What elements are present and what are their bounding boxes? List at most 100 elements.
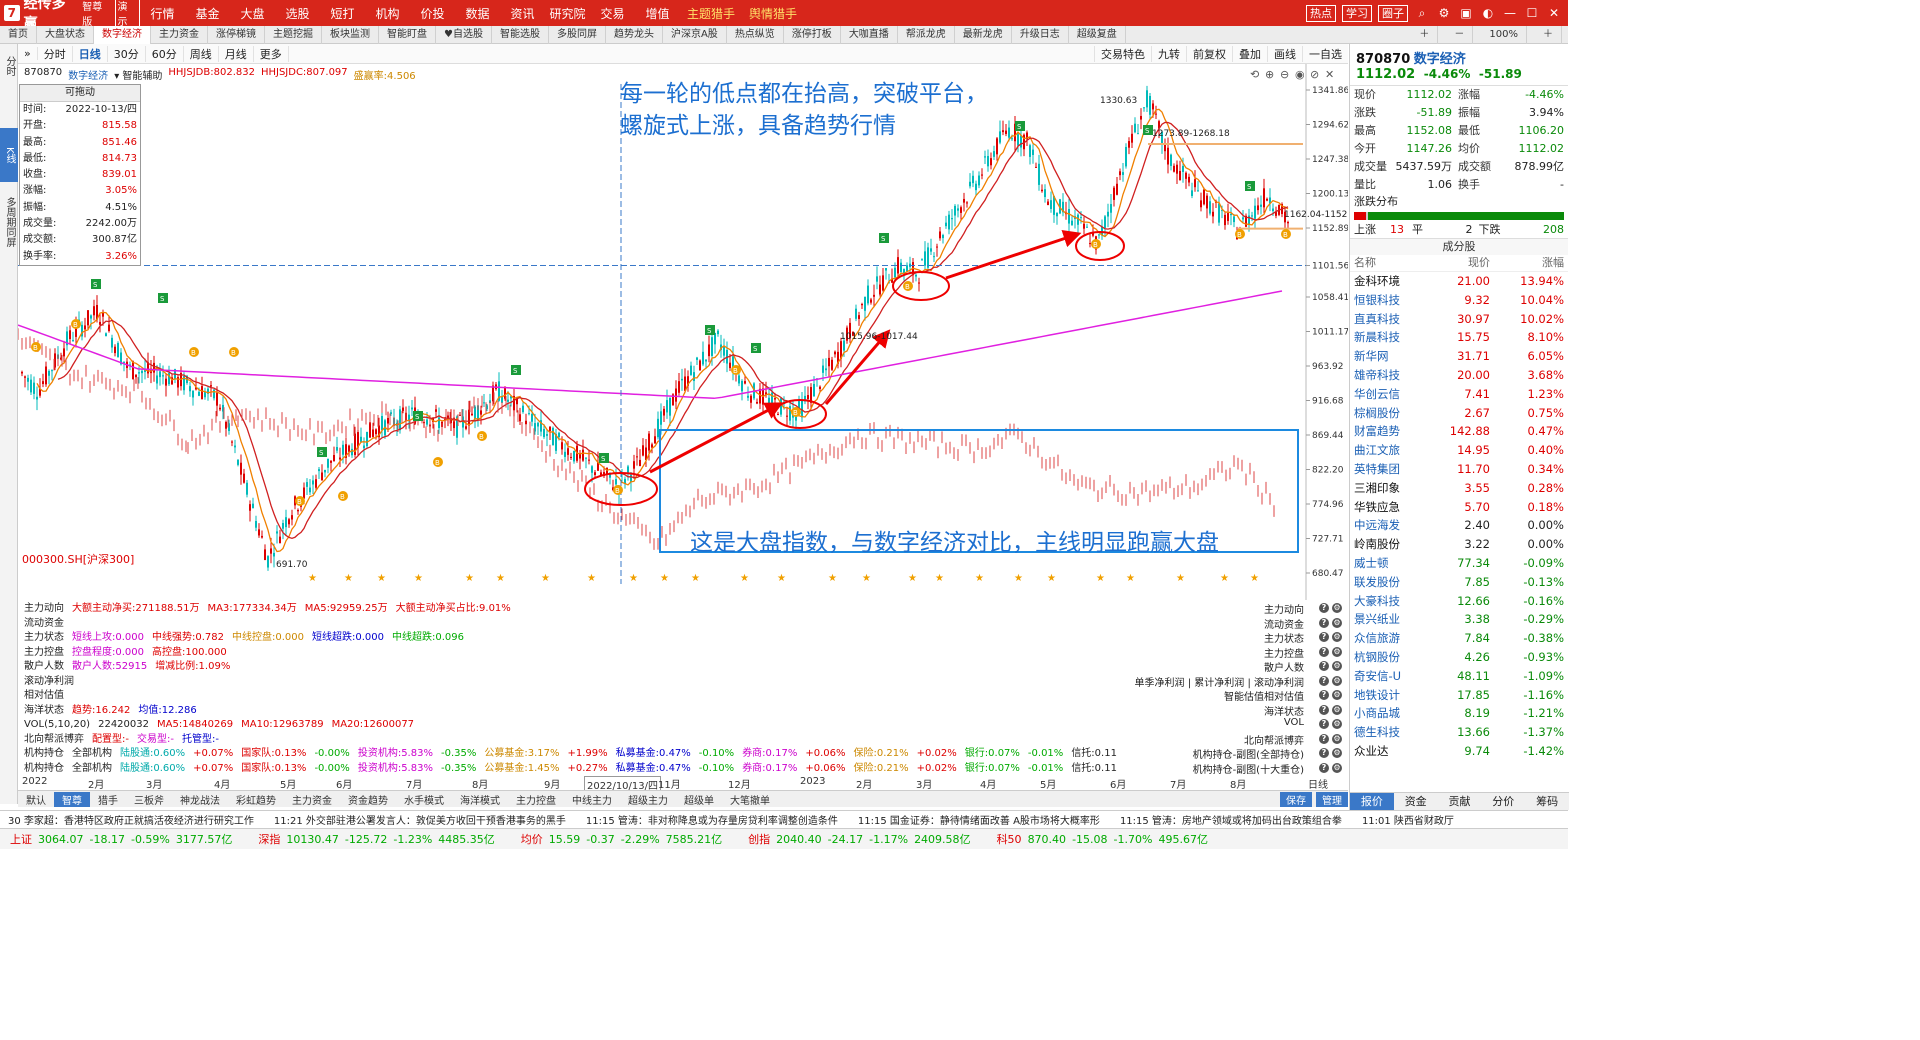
col-price[interactable]: 现价: [1428, 255, 1490, 271]
constituent-row[interactable]: 德生科技 13.66 -1.37%: [1350, 723, 1568, 742]
tab-item[interactable]: 趋势龙头: [606, 25, 663, 44]
index-item[interactable]: 均价 15.59 -0.37 -2.29% 7585.21亿: [511, 831, 738, 847]
quote-tab[interactable]: 贡献: [1438, 793, 1482, 810]
constituent-row[interactable]: 雄帝科技 20.00 3.68%: [1350, 366, 1568, 385]
help-icon[interactable]: ?: [1319, 675, 1329, 686]
nav-item[interactable]: 交易: [590, 5, 635, 22]
indicator-right-label[interactable]: 流动资金: [1264, 616, 1304, 631]
constituent-row[interactable]: 地铁设计 17.85 -1.16%: [1350, 686, 1568, 705]
tab-item[interactable]: 智能盯盘: [379, 25, 436, 44]
period-tab[interactable]: 周线: [184, 45, 219, 62]
rail-tab-kline[interactable]: K线: [0, 128, 18, 182]
tab-item[interactable]: 数字经济: [94, 25, 151, 44]
tab-item[interactable]: 智能选股: [492, 25, 549, 44]
help-icon[interactable]: ?: [1319, 704, 1329, 715]
tab-item[interactable]: 主题挖掘: [265, 25, 322, 44]
tab-item[interactable]: 热点纵览: [727, 25, 784, 44]
restore-icon[interactable]: ▣: [1458, 6, 1474, 20]
settings-icon[interactable]: ⚙: [1332, 719, 1342, 729]
circle-button[interactable]: 圈子: [1378, 4, 1408, 22]
toolbar-right-item[interactable]: 画线: [1267, 45, 1302, 62]
settings-icon[interactable]: ⚙: [1332, 690, 1342, 700]
indicator-right-label[interactable]: 北向帮派博弈: [1244, 732, 1304, 747]
template-tab[interactable]: 主力资金: [284, 792, 340, 807]
constituent-row[interactable]: 岭南股份 3.22 0.00%: [1350, 535, 1568, 554]
tab-item[interactable]: 涨停打板: [784, 25, 841, 44]
period-tab[interactable]: 60分: [146, 45, 184, 62]
template-tab[interactable]: 超级主力: [620, 792, 676, 807]
index-item[interactable]: 科50 870.40 -15.08 -1.70% 495.67亿: [987, 831, 1224, 847]
indicator-name[interactable]: 海洋状态: [24, 703, 64, 718]
constituent-row[interactable]: 英特集团 11.70 0.34%: [1350, 460, 1568, 479]
template-tab[interactable]: 默认: [18, 792, 54, 807]
quote-tab[interactable]: 资金: [1394, 793, 1438, 810]
constituent-row[interactable]: 恒银科技 9.32 10.04%: [1350, 291, 1568, 310]
help-icon[interactable]: ?: [1319, 661, 1329, 671]
indicator-name[interactable]: 主力控盘: [24, 645, 64, 660]
indicator-right-label[interactable]: 机构持仓-副图(全部持仓): [1193, 746, 1304, 761]
indicator-right-label[interactable]: 海洋状态: [1264, 703, 1304, 718]
help-icon[interactable]: ?: [1319, 617, 1329, 628]
constituent-row[interactable]: 棕榈股份 2.67 0.75%: [1350, 404, 1568, 423]
settings-icon[interactable]: ⚙: [1332, 632, 1342, 642]
index-item[interactable]: 创指 2040.40 -24.17 -1.17% 2409.58亿: [738, 831, 986, 847]
minimize-icon[interactable]: —: [1502, 6, 1518, 20]
index-item[interactable]: 深指 10130.47 -125.72 -1.23% 4485.35亿: [248, 831, 510, 847]
kline-chart[interactable]: 1341.86 1294.62 1247.38 1200.13 1152.89 1101.…: [18, 64, 1348, 600]
template-tab[interactable]: 中线主力: [564, 792, 620, 807]
indicator-name[interactable]: 主力动向: [24, 601, 64, 616]
indicator-name[interactable]: VOL(5,10,20): [24, 717, 90, 732]
indicator-right-label[interactable]: 散户人数: [1264, 659, 1304, 674]
index-item[interactable]: 上证 3064.07 -18.17 -0.59% 3177.57亿: [0, 831, 248, 847]
constituent-row[interactable]: 财富趋势 142.88 0.47%: [1350, 422, 1568, 441]
indicator-name[interactable]: 流动资金: [24, 616, 64, 631]
indicator-name[interactable]: 北向帮派博弈: [24, 732, 84, 747]
indicator-right-label[interactable]: 机构持仓-副图(十大重仓): [1193, 761, 1304, 776]
zoom-in-icon[interactable]: ＋: [1535, 25, 1562, 44]
constituent-row[interactable]: 奇安信-U 48.11 -1.09%: [1350, 667, 1568, 686]
skin-icon[interactable]: ◐: [1480, 6, 1496, 20]
news-item[interactable]: 11:15 管涛：房地产领域或将加码出台政策组合拳: [1112, 812, 1354, 827]
constituent-row[interactable]: 众信旅游 7.84 -0.38%: [1350, 629, 1568, 648]
period-tab[interactable]: 日线: [73, 45, 108, 62]
col-name[interactable]: 名称: [1354, 255, 1428, 271]
indicator-name[interactable]: 滚动净利润: [24, 674, 74, 689]
manage-button[interactable]: 管理: [1316, 791, 1348, 807]
save-button[interactable]: 保存: [1280, 791, 1312, 807]
settings-icon[interactable]: ⚙: [1332, 733, 1342, 744]
constituent-row[interactable]: 小商品城 8.19 -1.21%: [1350, 704, 1568, 723]
settings-icon[interactable]: ⚙: [1332, 748, 1342, 758]
template-tab[interactable]: 主力控盘: [508, 792, 564, 807]
rail-tab-timeshare[interactable]: 分时: [0, 44, 18, 88]
nav-item[interactable]: 大盘: [230, 5, 275, 22]
tab-item[interactable]: 超级复盘: [1069, 25, 1126, 44]
quote-tab[interactable]: 筹码: [1525, 793, 1569, 810]
constituent-row[interactable]: 新晨科技 15.75 8.10%: [1350, 328, 1568, 347]
toolbar-right-item[interactable]: 九转: [1151, 45, 1186, 62]
help-icon[interactable]: ?: [1319, 733, 1329, 744]
toolbar-right-item[interactable]: 叠加: [1232, 45, 1267, 62]
settings-icon[interactable]: ⚙: [1332, 675, 1342, 686]
indicator-right-label[interactable]: 主力控盘: [1264, 645, 1304, 660]
template-tab[interactable]: 智尊: [54, 791, 90, 807]
tab-item[interactable]: 大咖直播: [841, 25, 898, 44]
maximize-icon[interactable]: ☐: [1524, 6, 1540, 20]
tab-item[interactable]: 涨停梯镜: [208, 25, 265, 44]
quote-tab[interactable]: 分价: [1481, 793, 1525, 810]
template-tab[interactable]: 三板斧: [126, 792, 172, 807]
period-tab[interactable]: 月线: [219, 45, 254, 62]
nav-item[interactable]: 行情: [140, 5, 185, 22]
help-icon[interactable]: ?: [1319, 690, 1329, 700]
indicator-right-label[interactable]: 智能估值相对估值: [1224, 688, 1304, 703]
constituent-row[interactable]: 华创云信 7.41 1.23%: [1350, 385, 1568, 404]
indicator-right-label[interactable]: 单季净利润 | 累计净利润 | 滚动净利润: [1135, 674, 1304, 689]
cursor-info-box[interactable]: 可拖动 时间: 2022-10-13/四 开盘: 815.58 最高: 851.46 最低: 8…: [19, 84, 141, 266]
search-icon[interactable]: ⌕: [1414, 6, 1430, 21]
settings-icon[interactable]: ⚙: [1332, 603, 1342, 613]
news-item[interactable]: 11:15 国金证券：静待情绪面改善 A股市场将大概率形: [850, 812, 1112, 827]
nav-hl-item[interactable]: 主题猎手: [680, 5, 742, 22]
constituent-row[interactable]: 三湘印象 3.55 0.28%: [1350, 479, 1568, 498]
period-tab[interactable]: 30分: [108, 45, 146, 62]
nav-item[interactable]: 基金: [185, 5, 230, 22]
template-tab[interactable]: 神龙战法: [172, 792, 228, 807]
